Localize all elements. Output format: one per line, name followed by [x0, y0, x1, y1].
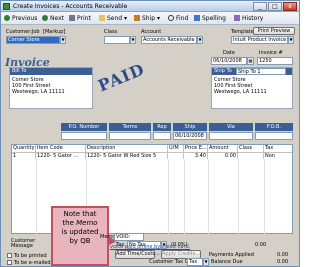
spelling-icon	[194, 15, 200, 21]
to-be-printed-label: To be printed	[14, 253, 47, 259]
envelope-icon	[99, 15, 105, 21]
customer-job-label: Customer:Job	[6, 29, 40, 35]
table-cell[interactable]: 3.40	[184, 152, 208, 159]
payments-applied-value: 0.00	[277, 252, 289, 258]
template-field[interactable]: Intuit Product Invoice	[231, 36, 288, 44]
po-number-header: P.O. Number	[61, 123, 107, 131]
find-button[interactable]: Find	[168, 15, 188, 22]
table-cell[interactable]: 0.00	[208, 152, 238, 159]
class-field[interactable]	[104, 36, 130, 44]
toolbar: Previous Next Print Send ▾ Ship ▾ Find S…	[1, 12, 299, 25]
ship-to-line: Westwego, LA 11111	[214, 89, 267, 95]
class-label: Class	[104, 29, 118, 35]
table-cell[interactable]: 1	[12, 152, 36, 159]
previous-icon	[4, 15, 10, 21]
ship-header: Ship	[173, 123, 207, 131]
fob-header: F.O.B.	[255, 123, 293, 131]
account-label: Account	[141, 29, 162, 35]
via-header: Via	[209, 123, 253, 131]
column-header: Quantity	[13, 145, 36, 152]
column-header: U/M	[168, 145, 184, 152]
previous-button[interactable]: Previous	[4, 15, 37, 22]
date-label: Date	[223, 50, 235, 56]
column-header: Tax	[265, 145, 274, 151]
invoice-number-label: Invoice #	[259, 50, 283, 56]
customer-job-dropdown[interactable]: ▼	[60, 36, 66, 44]
template-dropdown[interactable]: ▼	[288, 36, 294, 44]
table-cell[interactable]: Non	[264, 152, 292, 159]
to-be-emailed-checkbox[interactable]	[7, 260, 12, 265]
truck-icon	[134, 15, 140, 21]
to-be-emailed-label: To be e-mailed	[14, 260, 51, 266]
print-preview-button[interactable]: Print Preview	[253, 27, 295, 35]
calendar-icon[interactable]: ▦	[247, 57, 254, 65]
po-number-field[interactable]	[61, 132, 107, 140]
terms-header: Terms	[109, 123, 151, 131]
next-icon	[42, 15, 48, 21]
print-button[interactable]: Print	[69, 15, 91, 22]
table-cell[interactable]: 1220- 5 Gator W Red Size 5	[86, 152, 168, 159]
add-time-costs-button[interactable]: Add Time/Costs...	[115, 250, 160, 259]
tax-amount: 0.00	[255, 242, 267, 248]
online-payment-link[interactable]: voice paid online by credit card.	[110, 244, 190, 250]
column-header: Item Code	[36, 145, 86, 152]
customer-job-field[interactable]: Corner Store	[6, 36, 60, 44]
ship-to-header: Ship To Ship To 1	[212, 68, 292, 75]
customer-tax-code-dropdown[interactable]: ▼	[203, 258, 209, 266]
invoice-number-field[interactable]: 1250	[257, 57, 293, 65]
bill-to-box[interactable]: Bill To Corner Store 100 First Street We…	[9, 67, 93, 109]
table-cell[interactable]	[238, 152, 264, 159]
title-bar: Create Invoices - Accounts Receivable _ …	[1, 1, 299, 12]
ship-to-box[interactable]: Ship To Ship To 1 Corner Store 100 First…	[211, 67, 293, 109]
rep-field[interactable]	[153, 132, 171, 140]
rep-header: Rep	[153, 123, 171, 131]
via-field[interactable]	[209, 132, 253, 140]
printer-icon	[69, 15, 75, 21]
date-field[interactable]: 06/10/2008	[211, 57, 247, 65]
paid-stamp: PAID	[95, 59, 148, 96]
search-icon	[168, 15, 174, 21]
app-icon	[3, 3, 10, 10]
ship-date-field[interactable]: 06/10/2008	[173, 132, 207, 140]
account-field[interactable]: Accounts Receivable	[141, 36, 197, 44]
balance-due-value: 0.00	[277, 259, 289, 265]
window-title: Create Invoices - Accounts Receivable	[13, 3, 128, 10]
memo-field-visible[interactable]: VOID:	[114, 233, 144, 241]
column-header: Class	[238, 145, 264, 152]
bill-to-label: Bill To	[10, 68, 92, 75]
terms-field[interactable]	[109, 132, 151, 140]
column-header: Amount	[208, 145, 238, 152]
ship-button[interactable]: Ship ▾	[134, 15, 160, 22]
ship-to-label: Ship To	[214, 68, 232, 74]
balance-due-label: Balance Due	[211, 259, 243, 265]
template-label: Template	[231, 29, 254, 35]
history-button[interactable]: History	[234, 15, 263, 22]
table-cell[interactable]: 1220- 5 Gator ...	[36, 152, 86, 159]
markup-label: [Markup]	[43, 29, 66, 35]
invoice-window: Create Invoices - Accounts Receivable _ …	[0, 0, 300, 267]
table-cell[interactable]	[168, 152, 184, 159]
history-icon	[234, 15, 240, 21]
customer-message-label: Customer Message	[11, 238, 36, 249]
next-button[interactable]: Next	[42, 15, 64, 22]
send-button[interactable]: Send ▾	[99, 15, 127, 22]
maximize-button[interactable]: □	[268, 2, 282, 11]
fob-field[interactable]	[255, 132, 293, 140]
payments-applied-label: Payments Applied	[209, 252, 254, 258]
class-dropdown[interactable]: ▼	[130, 36, 136, 44]
account-dropdown[interactable]: ▼	[197, 36, 203, 44]
close-button[interactable]: x	[283, 2, 297, 11]
minimize-button[interactable]: _	[253, 2, 267, 11]
column-header: Description	[86, 145, 168, 152]
ship-to-field[interactable]: Ship To 1	[236, 68, 286, 75]
to-be-printed-checkbox[interactable]	[7, 253, 12, 258]
bill-to-line: Westwego, LA 11111	[12, 89, 65, 95]
spelling-button[interactable]: Spelling	[194, 15, 226, 22]
column-header: Price E...	[185, 145, 208, 152]
customer-tax-code-field[interactable]: Tax	[187, 258, 203, 266]
